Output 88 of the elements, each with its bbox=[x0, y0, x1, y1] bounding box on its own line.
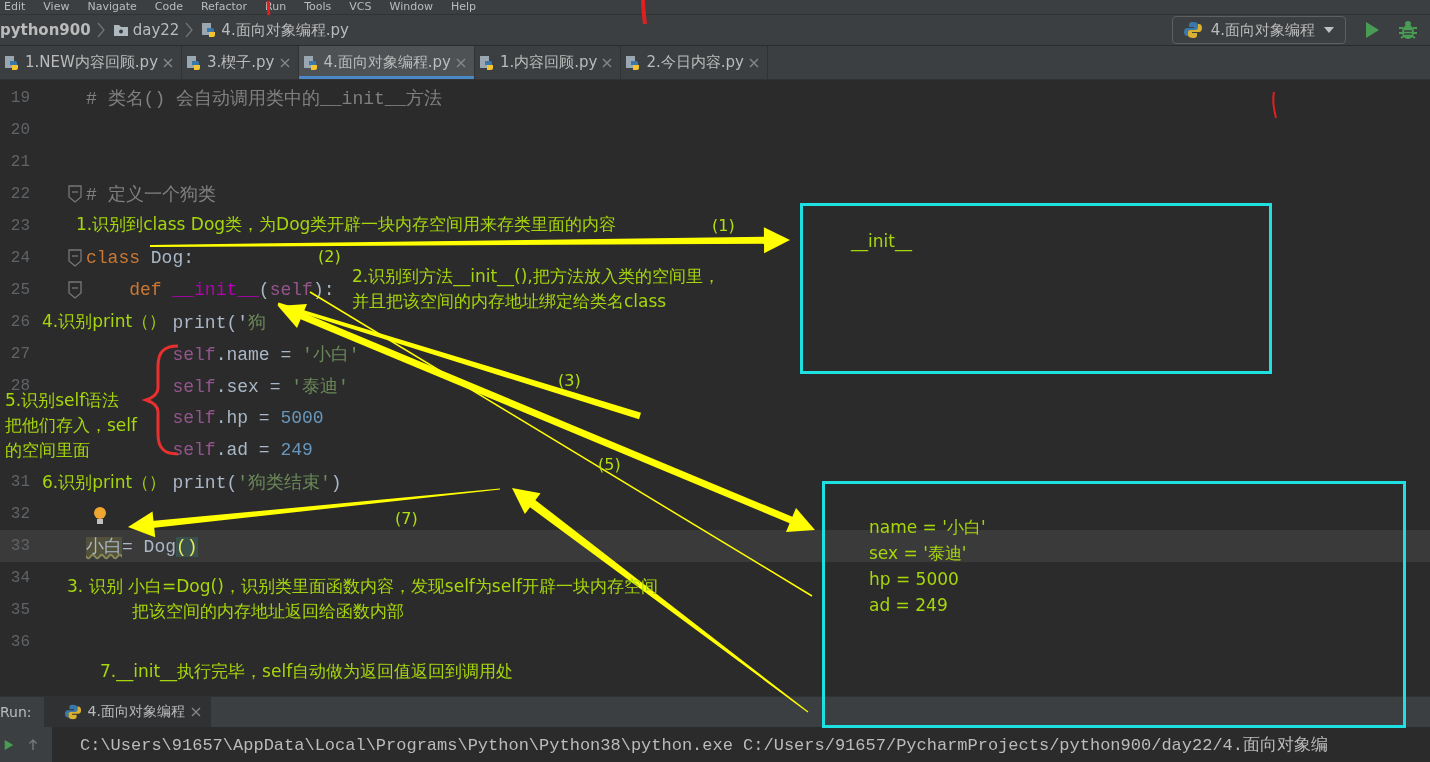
fold-marker-icon[interactable] bbox=[68, 281, 82, 299]
code-line: print('狗类结束') bbox=[172, 472, 342, 494]
scribble-mark bbox=[641, 0, 647, 25]
close-icon[interactable] bbox=[456, 57, 466, 68]
code-line: self.ad = 249 bbox=[172, 440, 313, 460]
file-tab[interactable]: 1.NEW内容回顾.py bbox=[0, 46, 182, 79]
line-number: 35 bbox=[9, 601, 30, 619]
annotation-text: 4.识别print（） bbox=[42, 310, 167, 333]
annotation-text: 6.识别print（） bbox=[42, 471, 167, 494]
line-number: 20 bbox=[9, 121, 30, 139]
folder-icon bbox=[112, 23, 129, 37]
box-text: name = '小白' bbox=[869, 516, 987, 539]
menu-item[interactable]: Edit bbox=[4, 0, 26, 14]
line-number: 34 bbox=[9, 569, 30, 587]
file-tab[interactable]: 1.内容回顾.py bbox=[475, 46, 622, 79]
breadcrumb-item[interactable]: python900 bbox=[0, 21, 91, 39]
python-file-icon bbox=[302, 54, 319, 71]
python-file-icon bbox=[479, 54, 495, 71]
line-number: 22 bbox=[9, 185, 30, 203]
chevron-icon bbox=[185, 22, 194, 38]
code-line: self.name = '小白' bbox=[172, 344, 360, 366]
menu-item[interactable]: Tools bbox=[304, 0, 332, 14]
box-text: ad = 249 bbox=[869, 594, 949, 617]
file-tab[interactable]: 3.楔子.py bbox=[182, 46, 299, 79]
line-number: 23 bbox=[9, 217, 30, 235]
step-label: (1) bbox=[712, 215, 735, 237]
menu-item[interactable]: Code bbox=[154, 0, 183, 14]
python-file-icon bbox=[625, 54, 642, 71]
python-file-icon bbox=[186, 54, 202, 71]
menu-item[interactable]: VCS bbox=[349, 0, 372, 14]
run-configuration-dropdown[interactable]: 4.面向对象编程 bbox=[1171, 16, 1346, 44]
bug-icon[interactable] bbox=[1398, 20, 1418, 40]
file-tab[interactable]: 2.今日内容.py bbox=[621, 46, 768, 79]
code-line: # 定义一个狗类 bbox=[86, 184, 216, 206]
close-icon[interactable] bbox=[748, 57, 759, 68]
code-line: print('狗 bbox=[172, 312, 267, 334]
box-text: __init__ bbox=[851, 230, 914, 254]
annotation-text: 2.识别到方法__init__(),把方法放入类的空间里， 并且把该空间的内存地址绑定给类名class bbox=[352, 265, 720, 313]
run-icon[interactable] bbox=[1364, 21, 1380, 39]
code-line: def __init__(self): bbox=[129, 280, 335, 300]
close-icon[interactable] bbox=[279, 57, 290, 68]
close-icon[interactable] bbox=[163, 57, 173, 68]
step-label: (7) bbox=[395, 508, 418, 530]
close-icon[interactable] bbox=[190, 707, 201, 717]
line-number: 31 bbox=[9, 473, 30, 491]
console-output: C:\Users\91657\AppData\Local\Programs\Python\Python38\python.exe C:/Users/91657/PycharmProjects/python900/day22/4.面向对象编 bbox=[79, 735, 1328, 756]
menu-item[interactable]: Navigate bbox=[87, 0, 137, 14]
python-logo-icon bbox=[1182, 20, 1203, 40]
menu-item[interactable]: Window bbox=[389, 0, 433, 14]
line-number: 24 bbox=[9, 249, 30, 267]
line-number: 36 bbox=[9, 633, 30, 651]
code-line: self.sex = '泰迪' bbox=[172, 376, 349, 398]
python-logo-icon bbox=[63, 703, 82, 721]
step-label: (5) bbox=[598, 454, 621, 476]
python-file-icon bbox=[4, 54, 20, 71]
up-arrow-icon[interactable] bbox=[28, 736, 38, 753]
line-number: 25 bbox=[9, 281, 30, 299]
code-line: class Dog: bbox=[86, 248, 195, 268]
run-panel-label: Run: bbox=[0, 704, 33, 720]
run-tab[interactable]: 4.面向对象编程 bbox=[43, 697, 211, 727]
python-file-icon bbox=[201, 22, 218, 38]
box-text: hp = 5000 bbox=[869, 568, 960, 591]
step-label: (2) bbox=[318, 246, 341, 268]
chevron-icon bbox=[96, 22, 105, 38]
annotation-text: 7.__init__执行完毕，self自动做为返回值返回到调用处 bbox=[100, 660, 514, 684]
code-line: 小白= Dog() bbox=[86, 536, 198, 558]
fold-marker-icon[interactable] bbox=[68, 249, 82, 267]
scribble-mark bbox=[1272, 91, 1277, 119]
close-icon[interactable] bbox=[602, 57, 613, 68]
code-line: # 类名() 会自动调用类中的__init__方法 bbox=[86, 88, 443, 110]
lightbulb-icon bbox=[94, 507, 106, 524]
code-line: self.hp = 5000 bbox=[172, 408, 324, 428]
line-number: 32 bbox=[9, 505, 30, 523]
line-number: 26 bbox=[9, 313, 30, 331]
line-number: 19 bbox=[9, 89, 30, 107]
step-label: (3) bbox=[558, 370, 581, 392]
line-number: 27 bbox=[9, 345, 30, 363]
breadcrumb-item[interactable]: day22 bbox=[132, 21, 180, 39]
line-number: 21 bbox=[9, 153, 30, 171]
menu-item[interactable]: Help bbox=[450, 0, 476, 14]
box-text: sex = '泰迪' bbox=[869, 542, 968, 565]
caret-icon bbox=[1323, 26, 1335, 34]
file-tab[interactable]: 4.面向对象编程.py bbox=[298, 46, 475, 79]
breadcrumb-item[interactable]: 4.面向对象编程.py bbox=[221, 20, 349, 40]
fold-marker-icon[interactable] bbox=[68, 185, 82, 203]
menu-item[interactable]: View bbox=[43, 0, 70, 14]
annotation-text: 1.识别到class Dog类，为Dog类开辟一块内存空间用来存类里面的内容 bbox=[76, 213, 617, 236]
menu-item[interactable]: Refactor bbox=[200, 0, 248, 14]
